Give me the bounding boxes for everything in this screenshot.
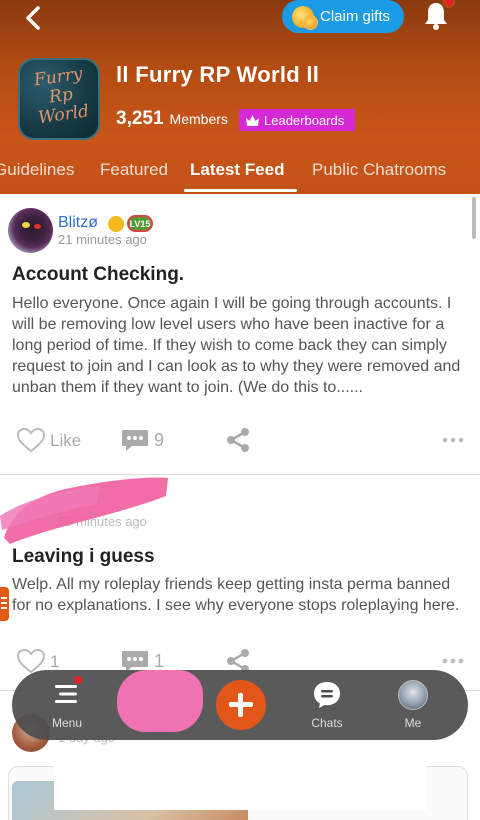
nav-menu[interactable]: Menu [32,670,102,740]
share-icon[interactable] [226,427,250,453]
author-name[interactable]: Blitzø [58,214,98,232]
chat-bubble-icon [314,682,340,708]
post-title[interactable]: Leaving i guess [12,546,155,568]
bottom-nav: Menu Chats Me [12,670,468,740]
back-arrow-icon[interactable] [20,4,48,32]
community-logo-text: Furry Rp World [32,63,91,129]
claim-gifts-button[interactable]: Claim gifts [282,0,404,33]
leaderboards-label: Leaderboards [264,112,345,128]
like-count: 1 [50,652,60,671]
scrollbar[interactable] [472,197,476,239]
members-number: 3,251 [116,108,164,129]
side-drawer-handle[interactable] [0,587,9,621]
post-timestamp: 21 minutes ago [58,232,147,247]
author-avatar[interactable] [8,208,53,253]
feed-post[interactable]: Blitzø LV15 21 minutes ago Account Check… [0,194,480,475]
crown-icon [246,114,259,126]
curator-badge-icon [108,216,124,232]
menu-notification-dot [74,676,82,684]
claim-gifts-label: Claim gifts [320,8,391,25]
active-tab-indicator [184,189,297,192]
nav-me-label: Me [404,716,422,730]
notification-dot [443,0,455,8]
members-count[interactable]: 3,251 Members [116,108,228,130]
post-title[interactable]: Account Checking. [12,264,184,286]
post-body[interactable]: Welp. All my roleplay friends keep getti… [12,574,464,616]
comment-count: 9 [154,430,165,450]
nav-me[interactable]: Me [378,670,448,740]
tab-guidelines[interactable]: Guidelines [0,160,74,180]
community-header: Claim gifts Furry Rp World ll Furry RP Wor… [0,0,480,194]
feed-tabs: Guidelines Featured Latest Feed Public C… [0,156,480,192]
like-label[interactable]: Like [50,431,81,451]
tab-public-chatrooms[interactable]: Public Chatrooms [312,160,446,180]
more-options-icon[interactable] [442,437,464,443]
community-title: ll Furry RP World ll [116,62,320,87]
post-body[interactable]: Hello everyone. Once again I will be goi… [12,293,464,398]
post-actions: Like 9 [0,427,480,457]
tab-latest-feed[interactable]: Latest Feed [190,160,284,180]
comment-count: 1 [154,651,165,671]
nav-chats[interactable]: Chats [292,670,362,740]
nav-menu-label: Menu [51,716,83,730]
tab-featured[interactable]: Featured [100,160,168,180]
redaction-blob [117,670,203,732]
profile-avatar [398,680,428,710]
menu-icon [55,685,77,703]
redaction-box [54,752,426,810]
redaction-scribble [0,477,168,544]
nav-chats-label: Chats [311,716,343,730]
comment-icon[interactable] [120,428,150,452]
members-label: Members [169,111,228,127]
community-avatar[interactable]: Furry Rp World [18,58,100,140]
leaderboards-button[interactable]: Leaderboards [239,109,355,131]
heart-icon[interactable] [16,427,46,453]
level-badge: LV15 [127,215,153,232]
create-post-button[interactable] [216,680,266,730]
coins-icon [292,5,318,30]
more-options-icon[interactable] [442,658,464,664]
